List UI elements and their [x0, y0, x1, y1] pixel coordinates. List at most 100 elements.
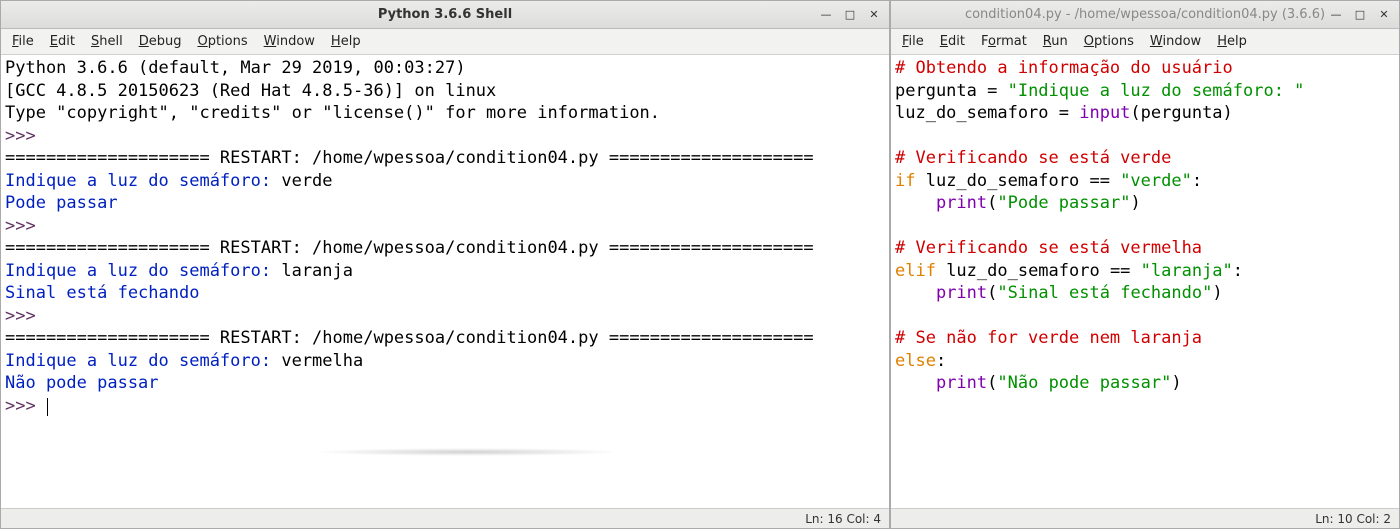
code-indent: [895, 193, 936, 213]
code-text: pergunta =: [895, 81, 1008, 101]
code-editor[interactable]: # Obtendo a informação do usuário pergun…: [891, 55, 1399, 508]
output-line: Sinal está fechando: [5, 283, 199, 303]
menu-window[interactable]: Window: [1143, 31, 1208, 52]
code-text: luz_do_semaforo ==: [915, 171, 1120, 191]
menu-file[interactable]: File: [895, 31, 931, 52]
menu-debug[interactable]: Debug: [132, 31, 189, 52]
prompt: >>>: [5, 216, 46, 236]
code-text: ): [1171, 373, 1181, 393]
user-input: laranja: [281, 261, 353, 281]
menu-label: ptions: [1094, 34, 1134, 49]
code-text: :: [1192, 171, 1202, 191]
code-comment: # Se não for verde nem laranja: [895, 328, 1202, 348]
code-text: (: [987, 373, 997, 393]
code-text: :: [936, 351, 946, 371]
code-text: luz_do_semaforo ==: [936, 261, 1141, 281]
editor-window: condition04.py - /home/wpessoa/condition…: [890, 0, 1400, 529]
banner-line: Type "copyright", "credits" or "license(…: [5, 103, 660, 123]
code-builtin: print: [936, 193, 987, 213]
menu-help[interactable]: Help: [1210, 31, 1254, 52]
shell-cursor-position: Ln: 16 Col: 4: [805, 512, 881, 526]
prompt: >>>: [5, 126, 46, 146]
code-comment: # Verificando se está verde: [895, 148, 1171, 168]
shell-output[interactable]: Python 3.6.6 (default, Mar 29 2019, 00:0…: [1, 55, 889, 508]
code-text: (: [987, 283, 997, 303]
restart-line: ==================== RESTART: /home/wpes…: [5, 148, 814, 168]
code-comment: # Verificando se está vermelha: [895, 238, 1202, 258]
editor-menubar: File Edit Format Run Options Window Help: [891, 29, 1399, 55]
editor-title: condition04.py - /home/wpessoa/condition…: [897, 7, 1393, 22]
editor-cursor-position: Ln: 10 Col: 2: [1315, 512, 1391, 526]
code-text: :: [1233, 261, 1243, 281]
output-line: Não pode passar: [5, 373, 159, 393]
menu-edit[interactable]: Edit: [933, 31, 972, 52]
menu-label: indow: [1162, 34, 1201, 49]
menu-label: hell: [99, 34, 122, 49]
shell-window: Python 3.6.6 Shell — □ ✕ File Edit Shell…: [0, 0, 890, 529]
output-line: Pode passar: [5, 193, 118, 213]
code-indent: [895, 373, 936, 393]
menu-label: ile: [19, 34, 34, 49]
prompt: >>>: [5, 396, 46, 416]
menu-label: F: [981, 34, 988, 49]
code-text: (: [987, 193, 997, 213]
shell-menubar: File Edit Shell Debug Options Window Hel…: [1, 29, 889, 55]
maximize-button[interactable]: □: [843, 8, 857, 22]
code-keyword: if: [895, 171, 915, 191]
minimize-button[interactable]: —: [1329, 8, 1343, 22]
code-text: ): [1212, 283, 1222, 303]
code-string: "Indique a luz do semáforo: ": [1008, 81, 1305, 101]
menu-options[interactable]: Options: [1077, 31, 1141, 52]
menu-label: elp: [341, 34, 361, 49]
menu-edit[interactable]: Edit: [43, 31, 82, 52]
code-keyword: else: [895, 351, 936, 371]
input-prompt: Indique a luz do semáforo:: [5, 261, 281, 281]
banner-line: Python 3.6.6 (default, Mar 29 2019, 00:0…: [5, 58, 476, 78]
menu-label: ptions: [208, 34, 248, 49]
menu-window[interactable]: Window: [257, 31, 322, 52]
editor-window-controls: — □ ✕: [1329, 8, 1391, 22]
code-builtin: print: [936, 373, 987, 393]
menu-format[interactable]: Format: [974, 31, 1034, 52]
shell-window-controls: — □ ✕: [819, 8, 881, 22]
banner-line: [GCC 4.8.5 20150623 (Red Hat 4.8.5-36)] …: [5, 81, 496, 101]
user-input: vermelha: [281, 351, 363, 371]
restart-line: ==================== RESTART: /home/wpes…: [5, 328, 814, 348]
prompt: >>>: [5, 306, 46, 326]
menu-shell[interactable]: Shell: [84, 31, 130, 52]
minimize-button[interactable]: —: [819, 8, 833, 22]
code-text: ): [1130, 193, 1140, 213]
menu-run[interactable]: Run: [1036, 31, 1075, 52]
user-input: verde: [281, 171, 332, 191]
menu-label: dit: [58, 34, 75, 49]
editor-titlebar[interactable]: condition04.py - /home/wpessoa/condition…: [891, 1, 1399, 29]
code-string: "Sinal está fechando": [997, 283, 1212, 303]
code-keyword: elif: [895, 261, 936, 281]
menu-help[interactable]: Help: [324, 31, 368, 52]
scrollbar-shadow: [312, 448, 623, 456]
close-button[interactable]: ✕: [1377, 8, 1391, 22]
code-text: luz_do_semaforo =: [895, 103, 1079, 123]
menu-options[interactable]: Options: [190, 31, 254, 52]
shell-title: Python 3.6.6 Shell: [7, 7, 883, 22]
shell-titlebar[interactable]: Python 3.6.6 Shell — □ ✕: [1, 1, 889, 29]
code-comment: # Obtendo a informação do usuário: [895, 58, 1233, 78]
code-text: (pergunta): [1130, 103, 1232, 123]
code-builtin: input: [1079, 103, 1130, 123]
editor-statusbar: Ln: 10 Col: 2: [891, 508, 1399, 528]
menu-file[interactable]: File: [5, 31, 41, 52]
restart-line: ==================== RESTART: /home/wpes…: [5, 238, 814, 258]
input-prompt: Indique a luz do semáforo:: [5, 351, 281, 371]
input-prompt: Indique a luz do semáforo:: [5, 171, 281, 191]
menu-label: ile: [909, 34, 924, 49]
menu-label: rmat: [996, 34, 1027, 49]
menu-label: un: [1051, 34, 1067, 49]
close-button[interactable]: ✕: [867, 8, 881, 22]
cursor: [47, 398, 48, 416]
shell-statusbar: Ln: 16 Col: 4: [1, 508, 889, 528]
code-string: "verde": [1120, 171, 1192, 191]
code-string: "Não pode passar": [997, 373, 1171, 393]
menu-label: ebug: [149, 34, 182, 49]
code-indent: [895, 283, 936, 303]
maximize-button[interactable]: □: [1353, 8, 1367, 22]
